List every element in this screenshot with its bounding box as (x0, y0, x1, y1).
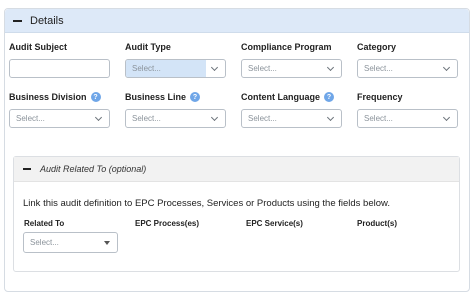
column-epc-services: EPC Service(s) (246, 219, 303, 228)
business-line-select[interactable]: Select... (125, 109, 226, 128)
business-division-select[interactable]: Select... (9, 109, 110, 128)
chevron-down-icon[interactable] (442, 113, 451, 122)
column-products: Product(s) (357, 219, 397, 228)
column-related-to: Related To (24, 219, 65, 228)
content-language-field: Content Language ? Select... (241, 91, 342, 128)
business-division-field: Business Division ? Select... (9, 91, 110, 128)
chevron-down-icon[interactable] (94, 113, 103, 122)
collapse-icon[interactable] (23, 168, 31, 170)
chevron-down-icon[interactable] (326, 63, 335, 72)
category-select[interactable]: Select... (357, 59, 458, 78)
details-title: Details (30, 14, 64, 27)
business-line-label-text: Business Line (125, 92, 187, 102)
frequency-select[interactable]: Select... (357, 109, 458, 128)
audit-related-header[interactable]: Audit Related To (optional) (14, 157, 459, 182)
audit-subject-field: Audit Subject (9, 41, 110, 78)
frequency-field: Frequency Select... (357, 91, 458, 128)
related-to-placeholder: Select... (30, 238, 59, 247)
category-field: Category Select... (357, 41, 458, 78)
audit-type-field: Audit Type Select... (125, 41, 226, 78)
compliance-program-placeholder: Select... (248, 64, 277, 73)
business-division-placeholder: Select... (16, 114, 45, 123)
chevron-down-icon[interactable] (210, 113, 219, 122)
audit-type-select[interactable]: Select... (125, 59, 226, 78)
collapse-icon[interactable] (13, 19, 22, 22)
help-icon[interactable]: ? (90, 92, 101, 102)
business-line-field: Business Line ? Select... (125, 91, 226, 128)
content-language-placeholder: Select... (248, 114, 277, 123)
help-icon[interactable]: ? (324, 92, 334, 102)
compliance-program-field: Compliance Program Select... (241, 41, 342, 78)
compliance-program-select[interactable]: Select... (241, 59, 342, 78)
audit-related-description: Link this audit definition to EPC Proces… (23, 198, 390, 209)
compliance-program-label: Compliance Program (241, 42, 332, 52)
caret-down-icon[interactable] (104, 241, 110, 245)
category-placeholder: Select... (364, 64, 393, 73)
related-to-select[interactable]: Select... (23, 232, 118, 253)
audit-subject-input[interactable] (9, 59, 110, 78)
content-language-label-text: Content Language (241, 92, 320, 102)
column-epc-processes: EPC Process(es) (135, 219, 200, 228)
audit-related-panel: Audit Related To (optional) Link this au… (13, 156, 460, 272)
audit-related-title: Audit Related To (optional) (40, 164, 147, 174)
category-label: Category (357, 42, 397, 52)
business-line-label: Business Line ? (125, 91, 226, 103)
business-line-placeholder: Select... (132, 114, 161, 123)
frequency-label: Frequency (357, 92, 403, 102)
help-icon[interactable]: ? (190, 92, 201, 102)
chevron-down-icon[interactable] (442, 63, 451, 72)
audit-subject-label: Audit Subject (9, 42, 67, 52)
content-language-label: Content Language ? (241, 91, 342, 103)
business-division-label: Business Division ? (9, 91, 110, 103)
related-column-headers: Related To EPC Process(es) EPC Service(s… (24, 219, 454, 231)
business-division-label-text: Business Division (9, 92, 87, 102)
frequency-placeholder: Select... (364, 114, 393, 123)
chevron-down-icon[interactable] (210, 63, 219, 72)
chevron-down-icon[interactable] (326, 113, 335, 122)
content-language-select[interactable]: Select... (241, 109, 342, 128)
details-header[interactable]: Details (5, 9, 469, 33)
audit-type-placeholder: Select... (132, 64, 161, 73)
audit-type-label: Audit Type (125, 42, 171, 52)
